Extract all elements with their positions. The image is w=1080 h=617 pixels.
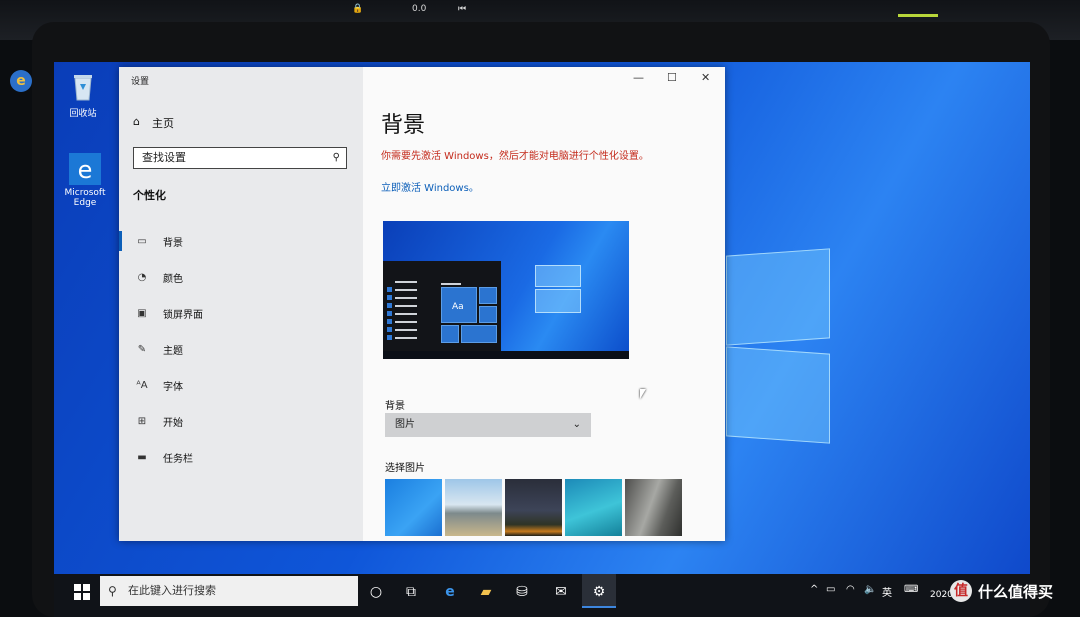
desktop-screen: 回收站 e Microsoft Edge 设置 ⌂ 主页 查找设置 ⚲ 个性化 — [54, 62, 1030, 617]
settings-gear-icon[interactable]: ⚙ — [588, 582, 610, 602]
mail-icon[interactable]: ✉ — [550, 582, 572, 602]
sidebar-item-label: 颜色 — [163, 273, 183, 285]
settings-main: — ☐ ✕ 背景 你需要先激活 Windows，然后才能对电脑进行个性化设置。 … — [363, 67, 725, 541]
taskbar-icon: ▬ — [137, 451, 147, 463]
search-icon: ⚲ — [332, 152, 340, 163]
chevron-down-icon: ⌄ — [572, 419, 581, 430]
palette-icon: ◔ — [137, 271, 147, 283]
sidebar-item-lock-screen[interactable]: ▣ 锁屏界面 — [135, 305, 335, 321]
mouse-pointer — [640, 389, 646, 399]
windows-logo-icon — [74, 584, 90, 600]
start-tiles-icon: ⊞ — [137, 415, 147, 427]
top-readout: 0.0 — [412, 4, 427, 14]
minimize-button[interactable]: — — [633, 71, 644, 84]
svg-text:e: e — [78, 156, 93, 184]
lock-screen-icon: ▣ — [137, 307, 147, 319]
image-icon: ▭ — [137, 235, 147, 247]
choose-picture-label: 选择图片 — [385, 463, 425, 474]
skip-icon: ⏮ — [458, 4, 467, 14]
desktop-icon-recycle-bin[interactable]: 回收站 — [54, 70, 112, 119]
desktop-icon-label: Microsoft Edge — [64, 188, 106, 208]
preview-tile: Aa — [441, 287, 477, 323]
search-icon: ⚲ — [108, 584, 117, 598]
wifi-icon[interactable]: ◠ — [846, 584, 855, 595]
task-view-icon[interactable]: ⧉ — [400, 582, 422, 602]
recycle-bin-icon — [66, 70, 100, 104]
background-type-label: 背景 — [385, 401, 405, 412]
page-title: 背景 — [381, 113, 426, 138]
sidebar-item-label: 主题 — [163, 345, 183, 357]
edge-taskbar-icon[interactable]: e — [439, 582, 461, 602]
picture-thumbnail[interactable] — [505, 479, 562, 536]
nav-home-label: 主页 — [151, 117, 174, 130]
sidebar-item-label: 锁屏界面 — [163, 309, 203, 321]
ie-icon: e — [10, 70, 32, 92]
volume-icon[interactable]: 🔈 — [864, 584, 876, 595]
file-explorer-icon[interactable]: ▰ — [475, 582, 497, 602]
sidebar-item-themes[interactable]: ✎ 主题 — [135, 341, 335, 357]
sidebar-item-background[interactable]: ▭ 背景 — [135, 233, 335, 249]
edge-icon: e — [68, 152, 102, 186]
sidebar-item-label: 字体 — [163, 381, 183, 393]
settings-sidebar: 设置 ⌂ 主页 查找设置 ⚲ 个性化 ▭ 背景 ◔ 颜色 ▣ 锁屏界面 ✎ 主题… — [119, 67, 363, 541]
sidebar-item-fonts[interactable]: ᴬA 字体 — [135, 377, 335, 393]
taskbar-search-placeholder: 在此键入进行搜索 — [128, 584, 216, 597]
desktop-icon-edge[interactable]: e Microsoft Edge — [56, 152, 114, 208]
lock-icon: 🔒 — [352, 4, 364, 14]
watermark-text: 什么值得买 — [978, 582, 1054, 601]
sidebar-item-label: 背景 — [163, 237, 183, 249]
desktop-icon-label: 回收站 — [69, 109, 97, 119]
maximize-button[interactable]: ☐ — [667, 71, 677, 84]
keyboard-icon[interactable]: ⌨ — [904, 584, 918, 595]
taskbar-search-box[interactable]: ⚲ 在此键入进行搜索 — [100, 576, 358, 606]
active-indicator — [119, 231, 122, 251]
home-icon: ⌂ — [133, 115, 140, 128]
activate-windows-link[interactable]: 立即激活 Windows。 — [381, 179, 479, 194]
picture-thumbnail[interactable] — [445, 479, 502, 536]
picture-thumbnail[interactable] — [385, 479, 442, 536]
background-type-value: 图片 — [395, 419, 415, 430]
preview-start-menu: Aa — [383, 261, 501, 351]
section-title: 个性化 — [133, 189, 166, 202]
windows-taskbar: ⚲ 在此键入进行搜索 ○ ⧉ e ▰ ⛁ ✉ ⚙ ^ ▭ ◠ 🔈 英 ⌨ 202… — [54, 574, 1030, 617]
battery-icon[interactable]: ▭ — [826, 584, 835, 595]
activation-warning: 你需要先激活 Windows，然后才能对电脑进行个性化设置。 — [381, 151, 649, 162]
sidebar-item-taskbar[interactable]: ▬ 任务栏 — [135, 449, 335, 465]
store-icon[interactable]: ⛁ — [511, 582, 533, 602]
tray-chevron-up-icon[interactable]: ^ — [810, 584, 818, 595]
nav-home[interactable]: ⌂ 主页 — [133, 115, 174, 131]
settings-search-input[interactable]: 查找设置 ⚲ — [133, 147, 347, 169]
window-title: 设置 — [131, 77, 150, 87]
start-button[interactable] — [74, 584, 90, 600]
background-type-select[interactable]: 图片 ⌄ — [385, 413, 591, 437]
sidebar-item-start[interactable]: ⊞ 开始 — [135, 413, 335, 429]
settings-window: 设置 ⌂ 主页 查找设置 ⚲ 个性化 ▭ 背景 ◔ 颜色 ▣ 锁屏界面 ✎ 主题… — [119, 67, 725, 541]
sidebar-item-colors[interactable]: ◔ 颜色 — [135, 269, 335, 285]
level-indicator — [898, 14, 938, 17]
picture-thumbnail[interactable] — [625, 479, 682, 536]
sidebar-item-label: 开始 — [163, 417, 183, 429]
watermark: 值 什么值得买 — [950, 580, 1053, 602]
picture-thumbnail[interactable] — [565, 479, 622, 536]
ime-indicator[interactable]: 英 — [882, 584, 892, 599]
background-preview: Aa — [383, 221, 629, 359]
font-icon: ᴬA — [136, 379, 148, 391]
search-placeholder: 查找设置 — [142, 151, 186, 164]
wallpaper-windows-logo — [726, 212, 966, 482]
cortana-icon[interactable]: ○ — [365, 582, 387, 602]
close-button[interactable]: ✕ — [701, 71, 710, 84]
watermark-badge: 值 — [950, 580, 972, 602]
brush-icon: ✎ — [137, 343, 147, 355]
sidebar-item-label: 任务栏 — [163, 453, 193, 465]
